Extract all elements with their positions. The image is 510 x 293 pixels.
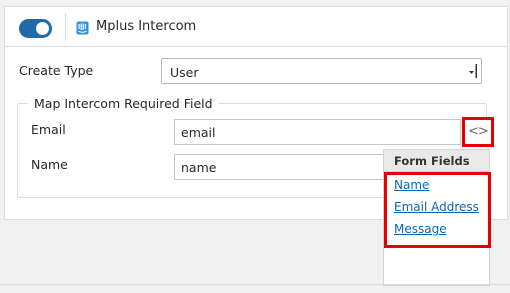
name-field[interactable] xyxy=(174,154,386,180)
name-label: Name xyxy=(31,157,68,172)
intercom-icon xyxy=(76,21,89,35)
form-field-link-name[interactable]: Name xyxy=(394,178,429,192)
form-field-link-email-address[interactable]: Email Address xyxy=(394,200,479,214)
code-icon: <> xyxy=(468,124,489,139)
form-field-link-message[interactable]: Message xyxy=(394,222,447,236)
create-type-select[interactable]: User xyxy=(161,58,482,84)
toggle-knob xyxy=(36,22,49,35)
form-fields-popup: Form Fields Name Email Address Message xyxy=(383,149,491,286)
app-root: Mplus Intercom Create Type User Map Inte… xyxy=(0,0,510,293)
integration-title: Mplus Intercom xyxy=(96,19,197,34)
panel-header: Mplus Intercom xyxy=(5,7,507,47)
email-label: Email xyxy=(31,122,66,137)
chevron-down-icon xyxy=(469,64,477,78)
create-type-label: Create Type xyxy=(19,63,94,78)
bottom-divider xyxy=(0,284,510,285)
create-type-value: User xyxy=(170,65,199,80)
popup-title: Form Fields xyxy=(394,154,470,168)
insert-field-button[interactable]: <> xyxy=(462,117,494,147)
enable-toggle[interactable] xyxy=(19,19,52,38)
email-field[interactable] xyxy=(174,119,461,145)
popup-header: Form Fields xyxy=(384,150,489,172)
header-divider xyxy=(65,13,66,41)
group-legend: Map Intercom Required Field xyxy=(34,96,213,111)
